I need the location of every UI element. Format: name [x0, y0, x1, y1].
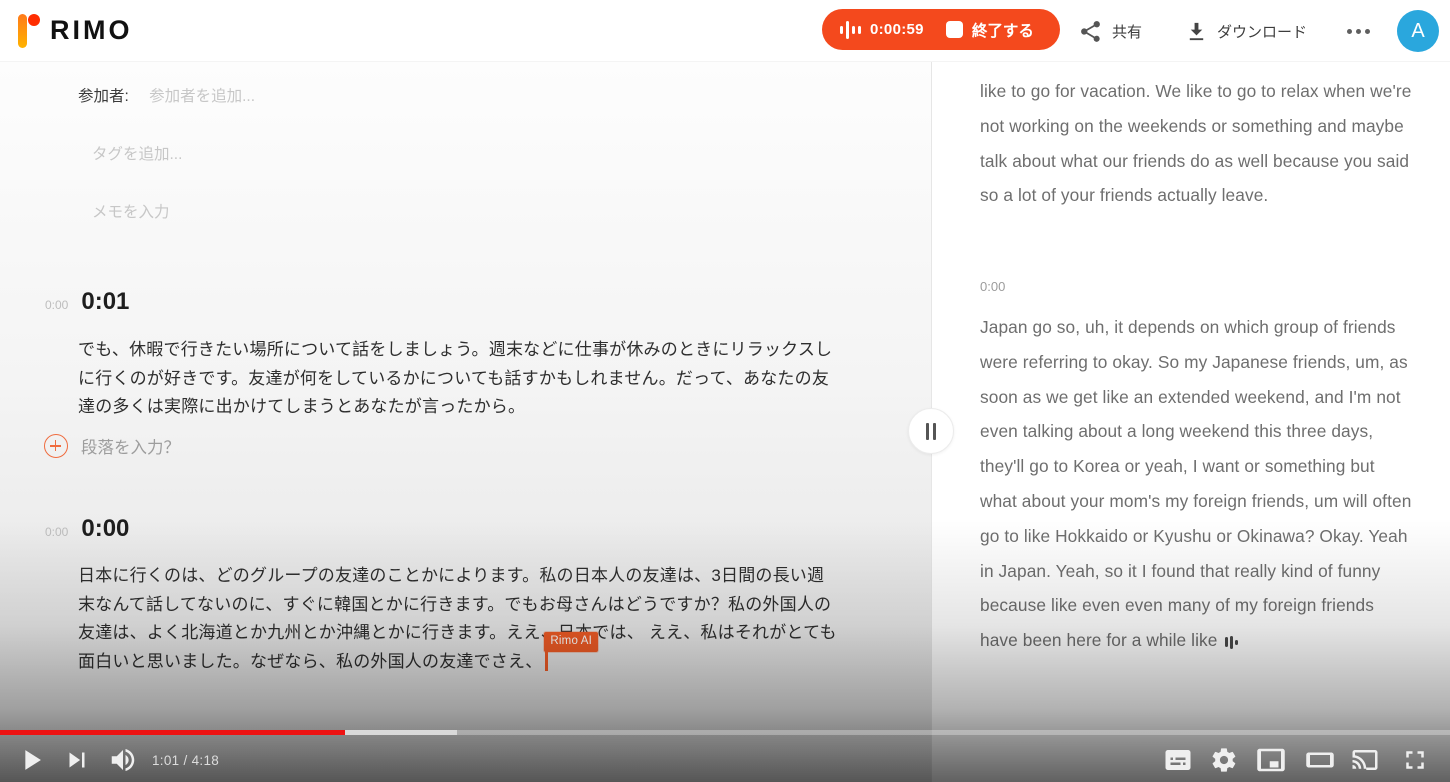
rimo-logo[interactable]: RIMO — [16, 12, 133, 50]
miniplayer-icon — [1256, 745, 1286, 775]
volume-button[interactable] — [108, 745, 138, 775]
share-label: 共有 — [1112, 21, 1142, 42]
plus-circle-icon — [44, 434, 68, 458]
audio-playing-icon — [1225, 636, 1238, 649]
share-icon — [1078, 19, 1103, 44]
play-button[interactable] — [14, 743, 48, 777]
rimo-logo-icon — [16, 12, 42, 50]
download-icon — [1185, 20, 1208, 43]
more-menu-button[interactable] — [1347, 0, 1370, 62]
add-participant-input[interactable]: 参加者を追加... — [149, 88, 255, 105]
volume-icon — [108, 745, 138, 775]
memo-input[interactable]: メモを入力 — [92, 204, 170, 221]
en-timestamp[interactable]: 0:00 — [980, 279, 1005, 294]
tags-row: タグを追加... — [92, 142, 182, 164]
add-paragraph-button[interactable]: 段落を入力？ — [44, 434, 180, 458]
ai-cursor-flag: Rimo AI — [544, 632, 598, 653]
memo-row: メモを入力 — [92, 200, 170, 222]
time-display: 1:01 / 4:18 — [152, 753, 219, 768]
settings-button[interactable] — [1210, 746, 1238, 774]
add-paragraph-label: 段落を入力？ — [81, 434, 180, 458]
player-controls: 1:01 / 4:18 — [0, 738, 1450, 782]
theater-icon — [1305, 745, 1335, 775]
en-paragraph-2-text: Japan go so, uh, it depends on which gro… — [980, 317, 1411, 650]
cast-icon — [1350, 745, 1380, 775]
next-button[interactable] — [62, 745, 92, 775]
gear-icon — [1210, 746, 1238, 774]
ai-collab-cursor: Rimo AI — [545, 650, 548, 671]
subtitles-icon — [1163, 745, 1193, 775]
timestamp-heading-1: 0:00 0:01 — [45, 288, 129, 316]
timestamp-mini-1: 0:00 — [45, 298, 68, 312]
video-frame: RIMO 0:00:59 終了する 共有 ダウンロード A 参加者: 参加者を追… — [0, 0, 1450, 782]
recording-timer: 0:00:59 — [870, 21, 924, 38]
fullscreen-button[interactable] — [1400, 745, 1430, 775]
timestamp-2[interactable]: 0:00 — [81, 515, 129, 543]
recording-end-button[interactable]: 0:00:59 終了する — [822, 9, 1060, 50]
participants-label: 参加者: — [78, 88, 129, 105]
subtitles-button[interactable] — [1163, 745, 1193, 775]
play-icon — [14, 743, 48, 777]
add-tag-input[interactable]: タグを追加... — [92, 146, 182, 163]
download-button[interactable]: ダウンロード — [1185, 0, 1307, 62]
miniplayer-button[interactable] — [1256, 745, 1286, 775]
jp-paragraph-2[interactable]: 日本に行くのは、どのグループの友達のことかによります。私の日本人の友達は、3日間… — [78, 562, 838, 677]
avatar[interactable]: A — [1397, 10, 1439, 52]
timestamp-heading-2: 0:00 0:00 — [45, 515, 129, 543]
rimo-logo-text: RIMO — [50, 15, 133, 46]
jp-paragraph-1[interactable]: でも、休暇で行きたい場所について話をしましょう。週末などに仕事が休みのときにリラ… — [78, 336, 838, 422]
waveform-icon — [840, 21, 861, 39]
participants-row: 参加者: 参加者を追加... — [78, 84, 255, 106]
avatar-letter: A — [1411, 20, 1424, 43]
stop-icon — [946, 21, 963, 38]
theater-button[interactable] — [1305, 745, 1335, 775]
cast-button[interactable] — [1350, 745, 1380, 775]
seek-bar-played — [0, 730, 345, 735]
timestamp-1[interactable]: 0:01 — [81, 288, 129, 316]
next-icon — [62, 745, 92, 775]
timestamp-mini-2: 0:00 — [45, 525, 68, 539]
download-label: ダウンロード — [1217, 21, 1307, 42]
jp-paragraph-2-text: 日本に行くのは、どのグループの友達のことかによります。私の日本人の友達は、3日間… — [78, 566, 837, 671]
more-icon — [1347, 29, 1370, 34]
panel-resize-handle[interactable] — [908, 408, 954, 454]
seek-bar[interactable] — [0, 730, 1450, 735]
share-button[interactable]: 共有 — [1078, 0, 1142, 62]
end-recording-label: 終了する — [972, 19, 1034, 41]
en-paragraph-2[interactable]: Japan go so, uh, it depends on which gro… — [980, 310, 1412, 658]
fullscreen-icon — [1400, 745, 1430, 775]
en-paragraph-1[interactable]: like to go for vacation. We like to go t… — [980, 74, 1412, 213]
resize-grip-icon — [926, 423, 929, 440]
